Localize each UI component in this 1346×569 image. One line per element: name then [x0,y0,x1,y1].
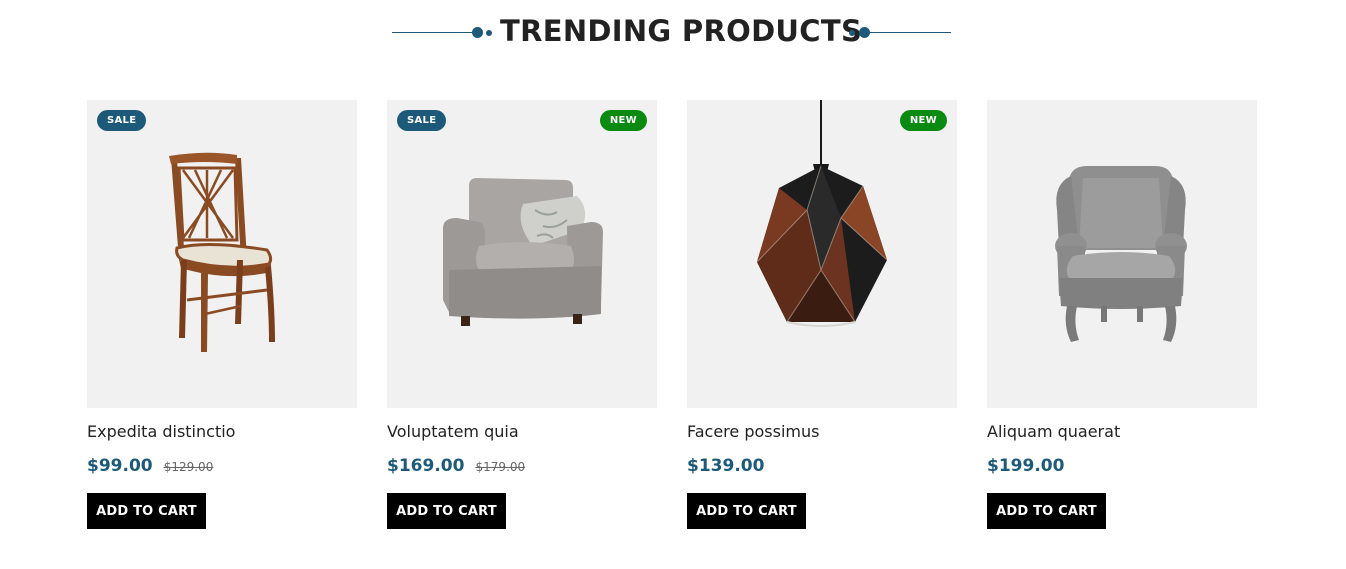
sale-badge: SALE [97,110,147,131]
heading-line-right [868,32,951,33]
add-to-cart-button[interactable]: ADD TO CART [387,493,506,529]
product-name[interactable]: Expedita distinctio [87,422,235,441]
product-price: $99.00 [87,456,153,476]
heading-line-left [392,32,474,33]
section-title: TRENDING PRODUCTS [500,14,863,48]
product-name[interactable]: Aliquam quaerat [987,422,1120,441]
price-row: $169.00 $179.00 [387,456,525,476]
add-to-cart-button[interactable]: ADD TO CART [87,493,206,529]
price-row: $139.00 [687,456,764,476]
heading-dot-icon [849,30,855,36]
product-name[interactable]: Facere possimus [687,422,819,441]
product-price: $169.00 [387,456,465,476]
product-image-link[interactable]: SALE NEW [387,100,657,408]
product-image-link[interactable]: SALE [87,100,357,408]
wingback-chair-image [1055,166,1187,342]
heading-dot-icon [472,27,483,38]
heading-dot-icon [486,30,492,36]
add-to-cart-button[interactable]: ADD TO CART [687,493,806,529]
product-card: NEW Facere possimus $139.00 ADD TO CART [687,100,957,530]
product-image-link[interactable] [987,100,1257,408]
new-badge: NEW [599,110,647,131]
price-row: $199.00 [987,456,1064,476]
product-grid: SALE Expedita distinctio $99.00 $129.00 … [87,100,1257,540]
product-card: SALE NEW Voluptatem quia $169.00 $179.00… [387,100,657,530]
section-heading: TRENDING PRODUCTS [0,12,1346,54]
product-card: SALE Expedita distinctio $99.00 $129.00 … [87,100,357,530]
wooden-chair-image [169,152,275,352]
add-to-cart-button[interactable]: ADD TO CART [987,493,1106,529]
product-old-price: $129.00 [163,460,214,474]
product-card: Aliquam quaerat $199.00 ADD TO CART [987,100,1257,530]
product-price: $139.00 [687,456,765,476]
gray-armchair-image [443,178,603,326]
new-badge: NEW [899,110,947,131]
product-name[interactable]: Voluptatem quia [387,422,519,441]
price-row: $99.00 $129.00 [87,456,213,476]
pendant-lamp-image [756,100,888,327]
product-price: $199.00 [987,456,1065,476]
product-old-price: $179.00 [475,460,526,474]
product-image-link[interactable]: NEW [687,100,957,408]
sale-badge: SALE [397,110,447,131]
